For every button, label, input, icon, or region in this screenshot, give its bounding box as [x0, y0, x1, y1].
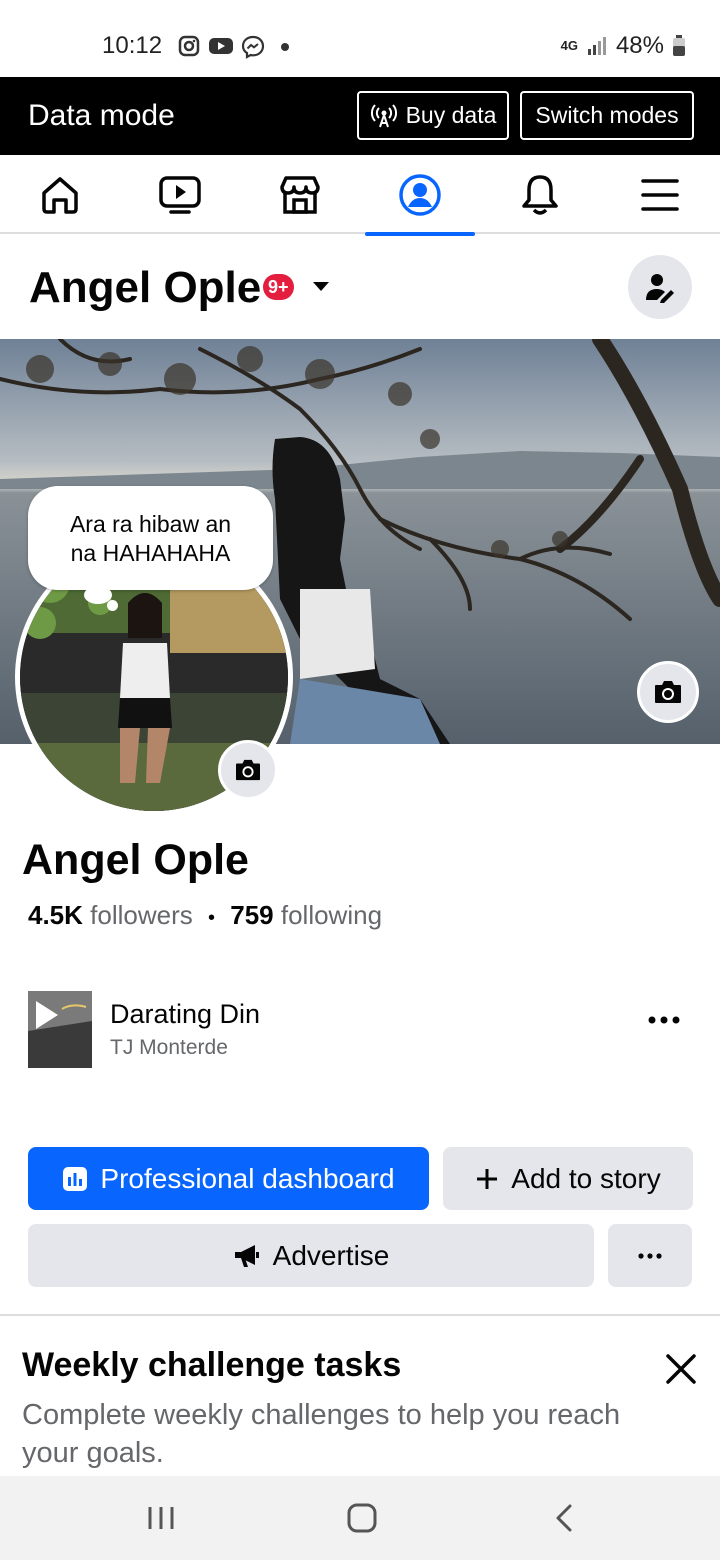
section-divider — [0, 1314, 720, 1316]
tab-home[interactable] — [5, 155, 115, 234]
song-artwork[interactable] — [28, 991, 92, 1068]
tab-bar — [0, 155, 720, 236]
profile-icon — [399, 173, 441, 216]
chevron-down-icon[interactable] — [312, 280, 330, 294]
note-line-1: Ara ra hibaw an — [69, 511, 232, 537]
professional-dashboard-label: Professional dashboard — [100, 1162, 395, 1194]
home-icon — [42, 176, 78, 214]
stats-separator: • — [207, 907, 215, 929]
messenger-icon — [241, 35, 265, 59]
follow-stats: 4.5K followers • 759 following — [28, 900, 382, 931]
close-icon[interactable] — [664, 1352, 698, 1386]
advertise-button[interactable]: Advertise — [28, 1224, 594, 1287]
weekly-challenge-title: Weekly challenge tasks — [22, 1346, 402, 1384]
more-dot-icon — [281, 43, 289, 51]
add-to-story-label: Add to story — [511, 1162, 661, 1194]
status-bar: 10:12 4G 48% — [0, 0, 720, 77]
following-count[interactable]: 759 — [230, 900, 273, 930]
tab-notifications[interactable] — [485, 155, 595, 234]
edit-profile-button[interactable] — [628, 255, 692, 319]
note-line-2: na HAHAHAHA — [70, 540, 231, 566]
tab-video[interactable] — [125, 155, 235, 234]
note-bubble-tail-dot — [107, 600, 118, 611]
professional-dashboard-button[interactable]: Professional dashboard — [28, 1147, 429, 1210]
advertise-label: Advertise — [272, 1239, 390, 1271]
recent-apps-button[interactable] — [121, 1476, 201, 1560]
instagram-icon — [178, 35, 200, 57]
song-title[interactable]: Darating Din — [110, 999, 260, 1030]
menu-icon — [641, 178, 679, 211]
buy-data-label: Buy data — [405, 102, 497, 128]
followers-label[interactable]: followers — [90, 900, 193, 930]
camera-icon — [655, 681, 681, 703]
data-mode-title: Data mode — [28, 99, 175, 132]
profile-header-name[interactable]: Angel Ople — [29, 263, 261, 313]
avatar-camera-button[interactable] — [218, 740, 278, 800]
tab-profile[interactable] — [365, 155, 475, 236]
tab-menu[interactable] — [605, 155, 715, 234]
profile-name: Angel Ople — [22, 836, 249, 884]
more-actions-button[interactable] — [608, 1224, 692, 1287]
buy-data-button[interactable]: Buy data — [357, 91, 509, 140]
note-bubble[interactable]: Ara ra hibaw an na HAHAHAHA — [28, 486, 273, 590]
followers-count[interactable]: 4.5K — [28, 900, 83, 930]
notification-badge: 9+ — [263, 274, 294, 300]
back-chevron-icon — [556, 1504, 572, 1532]
back-button[interactable] — [524, 1476, 604, 1560]
profile-header: Angel Ople 9+ — [0, 236, 720, 338]
play-icon — [28, 991, 92, 1068]
plus-icon — [477, 1168, 498, 1189]
add-to-story-button[interactable]: Add to story — [443, 1147, 693, 1210]
data-mode-bar: Data mode Buy data Switch modes — [0, 77, 720, 155]
switch-modes-button[interactable]: Switch modes — [520, 91, 694, 140]
home-square-icon — [347, 1503, 377, 1533]
dashboard-icon — [63, 1166, 88, 1191]
more-options-icon — [638, 1252, 662, 1259]
cover-camera-button[interactable] — [637, 661, 699, 723]
weekly-challenge-description: Complete weekly challenges to help you r… — [22, 1399, 621, 1469]
marketplace-icon — [280, 175, 320, 214]
broadcast-icon — [370, 103, 397, 127]
more-options-icon[interactable] — [648, 1016, 680, 1024]
video-icon — [159, 175, 201, 214]
song-artist: TJ Monterde — [110, 1036, 228, 1059]
battery-icon — [673, 35, 685, 56]
home-button[interactable] — [322, 1476, 402, 1560]
status-right: 4G 48% — [561, 32, 686, 60]
battery-percent: 48% — [615, 32, 664, 59]
tab-marketplace[interactable] — [245, 155, 355, 234]
recent-apps-icon — [148, 1507, 174, 1529]
network-type: 4G — [560, 38, 578, 53]
camera-icon — [236, 759, 260, 781]
signal-icon — [587, 37, 606, 55]
edit-person-icon — [646, 274, 674, 303]
megaphone-icon — [234, 1244, 259, 1267]
following-label[interactable]: following — [281, 900, 382, 930]
bell-icon — [522, 174, 558, 215]
status-time: 10:12 — [102, 32, 163, 59]
system-nav-bar — [0, 1476, 720, 1560]
switch-modes-label: Switch modes — [535, 102, 679, 128]
youtube-icon — [209, 38, 233, 54]
